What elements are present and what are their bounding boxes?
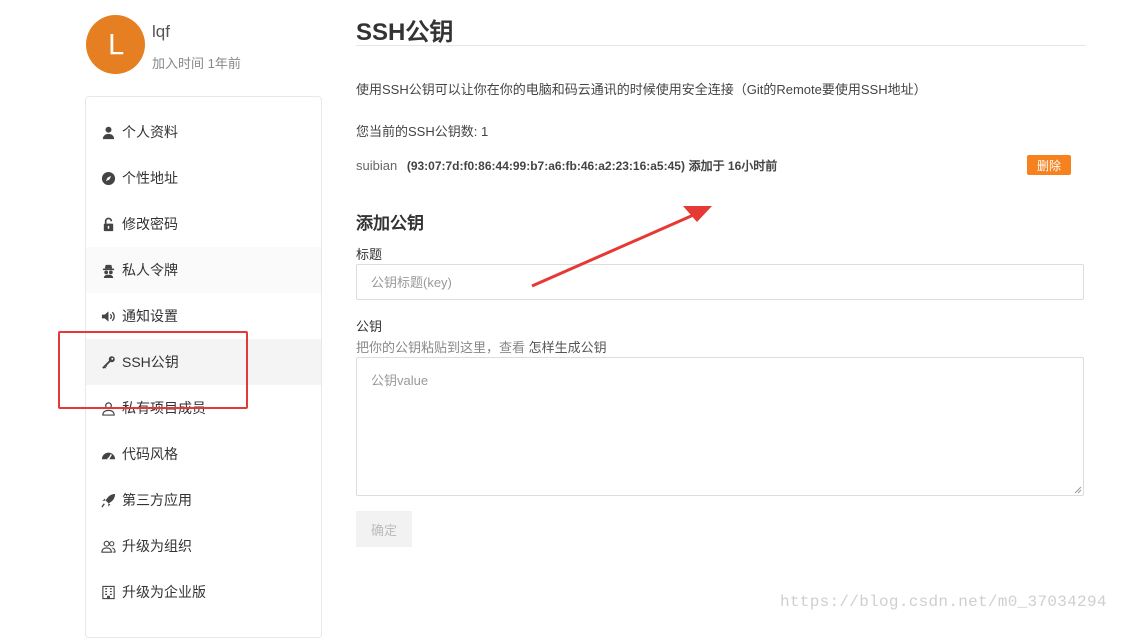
sidebar-item-label: 升级为企业版 — [122, 584, 206, 600]
sidebar-item-label: 个性地址 — [122, 170, 178, 186]
submit-button[interactable]: 确定 — [356, 511, 412, 547]
sidebar-item-password[interactable]: 修改密码 — [86, 201, 321, 247]
key-fingerprint: (93:07:7d:f0:86:44:99:b7:a6:fb:46:a2:23:… — [406, 159, 685, 173]
sidebar-item-address[interactable]: 个性地址 — [86, 155, 321, 201]
key-title-input[interactable] — [356, 264, 1084, 300]
watermark: https://blog.csdn.net/m0_37034294 — [780, 593, 1107, 611]
sidebar-item-label: 个人资料 — [122, 124, 178, 140]
join-time: 加入时间 1年前 — [152, 56, 241, 71]
sidebar-item-label: 升级为组织 — [122, 538, 192, 554]
sidebar-item-upgrade-enterprise[interactable]: 升级为企业版 — [86, 569, 321, 615]
sidebar-item-label: 代码风格 — [122, 446, 178, 462]
sidebar-item-label: 通知设置 — [122, 308, 178, 324]
avatar[interactable]: L — [86, 15, 145, 74]
resize-grip-icon[interactable] — [1074, 486, 1082, 494]
title-label: 标题 — [356, 247, 383, 262]
key-added-time: 添加于 16小时前 — [688, 159, 778, 173]
sidebar-item-upgrade-org[interactable]: 升级为组织 — [86, 523, 321, 569]
title-divider — [356, 45, 1086, 46]
add-key-heading: 添加公钥 — [356, 214, 424, 233]
building-icon — [100, 584, 116, 600]
key-label: 公钥 — [356, 319, 383, 334]
compass-icon — [100, 170, 116, 186]
dashboard-icon — [100, 446, 116, 462]
rocket-icon — [100, 492, 116, 508]
username[interactable]: lqf — [152, 22, 170, 42]
sidebar-item-code-style[interactable]: 代码风格 — [86, 431, 321, 477]
sidebar-item-label: 私人令牌 — [122, 262, 178, 278]
delete-key-button[interactable]: 删除 — [1027, 155, 1071, 175]
volume-icon — [100, 308, 116, 324]
ssh-key-row: suibian (93:07:7d:f0:86:44:99:b7:a6:fb:4… — [356, 157, 777, 174]
sidebar-item-label: 修改密码 — [122, 216, 178, 232]
key-hint: 把你的公钥粘贴到这里，查看 怎样生成公钥 — [356, 337, 607, 356]
annotation-highlight-box — [58, 331, 248, 409]
group-icon — [100, 538, 116, 554]
sidebar-item-third-party[interactable]: 第三方应用 — [86, 477, 321, 523]
key-hint-text: 把你的公钥粘贴到这里，查看 — [356, 340, 526, 355]
page-title: SSH公钥 — [356, 19, 454, 46]
sidebar-item-profile[interactable]: 个人资料 — [86, 109, 321, 155]
sidebar-item-label: 第三方应用 — [122, 492, 192, 508]
unlock-icon — [100, 216, 116, 232]
sidebar-item-token[interactable]: 私人令牌 — [86, 247, 321, 293]
spy-icon — [100, 262, 116, 278]
page-description: 使用SSH公钥可以让你在你的电脑和码云通讯的时候使用安全连接（Git的Remot… — [356, 82, 927, 97]
how-to-generate-link[interactable]: 怎样生成公钥 — [529, 340, 607, 355]
user-icon — [100, 124, 116, 140]
key-name: suibian — [356, 158, 398, 173]
key-value-textarea[interactable] — [356, 357, 1084, 496]
key-count: 您当前的SSH公钥数: 1 — [356, 124, 489, 139]
